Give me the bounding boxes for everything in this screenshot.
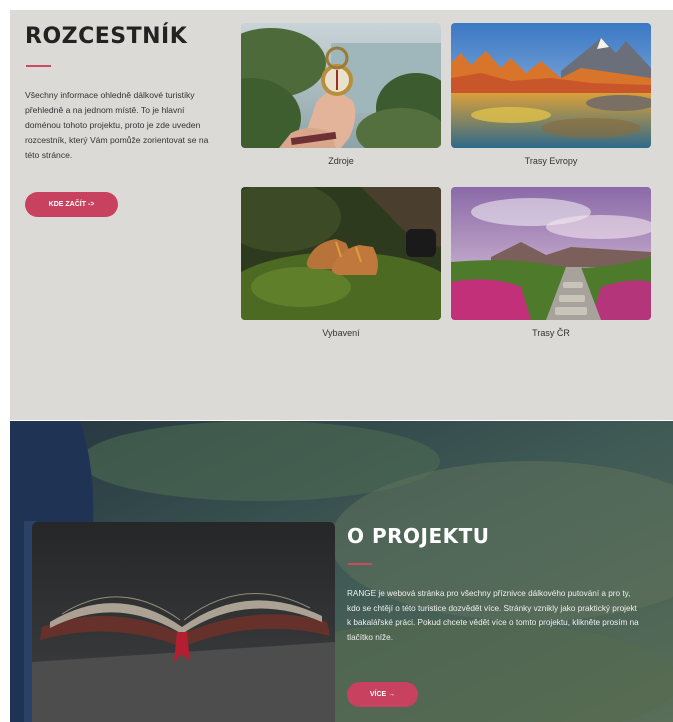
- rozcestnik-section: ROZCESTNÍK Všechny informace ohledně dál…: [10, 10, 673, 420]
- stone-path-heather-image[interactable]: [451, 187, 651, 320]
- compass-in-hand-image[interactable]: [241, 23, 441, 148]
- o-projektu-section: O PROJEKTU RANGE je webová stránka pro v…: [10, 421, 673, 722]
- title-accent-line: [26, 65, 51, 67]
- vice-button[interactable]: VÍCE →: [347, 682, 418, 707]
- card-label[interactable]: Zdroje: [241, 156, 441, 166]
- card-label[interactable]: Trasy ČR: [451, 328, 651, 338]
- card-trasy-evropy[interactable]: Trasy Evropy: [451, 23, 651, 166]
- kde-zacit-button[interactable]: KDE ZAČÍT ->: [25, 192, 118, 217]
- title-accent-line: [348, 563, 372, 565]
- mountain-lake-autumn-image[interactable]: [451, 23, 651, 148]
- card-vybaveni[interactable]: Vybavení: [241, 187, 441, 338]
- hiking-boots-on-moss-image[interactable]: [241, 187, 441, 320]
- o-projektu-title: O PROJEKTU: [347, 524, 490, 548]
- rozcestnik-description: Všechny informace ohledně dálkové turist…: [25, 90, 209, 160]
- card-label[interactable]: Vybavení: [241, 328, 441, 338]
- card-trasy-cr[interactable]: Trasy ČR: [451, 187, 651, 338]
- card-label[interactable]: Trasy Evropy: [451, 156, 651, 166]
- card-zdroje[interactable]: Zdroje: [241, 23, 441, 166]
- open-book-image: [32, 522, 335, 722]
- o-projektu-description: RANGE je webová stránka pro všechny příz…: [347, 589, 639, 642]
- rozcestnik-title: ROZCESTNÍK: [25, 24, 188, 49]
